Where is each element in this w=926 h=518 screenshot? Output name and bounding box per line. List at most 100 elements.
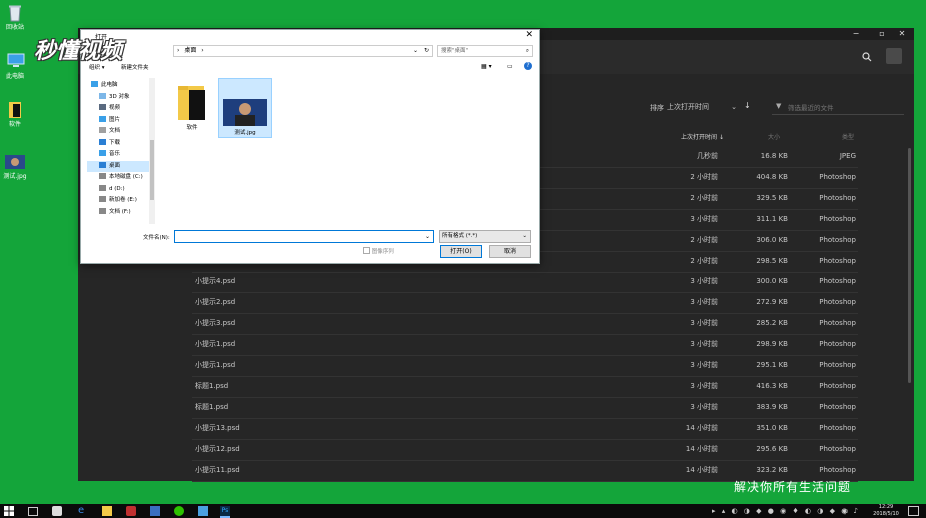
app-icon-3[interactable]: [150, 506, 160, 516]
nav-item-label: 下载: [109, 139, 121, 146]
file-item-image[interactable]: 测试.jpg: [218, 78, 272, 138]
search-icon: ⌕: [525, 48, 529, 54]
file-size: 329.5 KB: [756, 193, 788, 202]
chevron-right-icon: ›: [177, 47, 180, 54]
task-view-icon[interactable]: [28, 507, 38, 516]
checkbox-box: [363, 247, 370, 254]
desktop-icon-label: 测试.jpg: [3, 173, 27, 180]
desktop-icon-folder[interactable]: 软件: [2, 101, 28, 128]
nav-item-label: 此电脑: [101, 82, 118, 88]
refresh-icon[interactable]: ↻: [424, 46, 429, 56]
nav-item[interactable]: 文档 (F:): [87, 207, 155, 219]
file-size: 383.9 KB: [756, 402, 788, 411]
filename-label: 文件名(N):: [143, 235, 170, 241]
chevron-down-icon[interactable]: ⌄: [413, 46, 418, 56]
file-item-label: 测试.jpg: [234, 130, 256, 136]
minimize-button[interactable]: −: [848, 28, 864, 40]
image-file-icon: [5, 155, 25, 169]
nav-item[interactable]: 桌面: [87, 160, 155, 172]
nav-item-label: 文档: [109, 128, 121, 134]
file-size: 404.8 KB: [756, 172, 788, 181]
search-field[interactable]: 搜索"桌面" ⌕: [437, 45, 533, 57]
column-header-size[interactable]: 大小: [744, 132, 780, 141]
table-row[interactable]: 小提示1.psd 3 小时前 295.1 KB Photoshop: [192, 355, 858, 377]
app-icon-2[interactable]: [126, 506, 136, 516]
photoshop-taskbar-icon[interactable]: Ps: [220, 506, 230, 518]
nav-item[interactable]: 视频: [87, 103, 155, 115]
open-button[interactable]: 打开(O): [440, 245, 482, 258]
new-folder-button[interactable]: 新建文件夹: [121, 63, 149, 71]
file-type: Photoshop: [819, 423, 856, 432]
file-item-folder[interactable]: 软件: [169, 82, 215, 131]
nav-item-label: 新加卷 (E:): [109, 197, 137, 203]
column-header-time[interactable]: 上次打开时间 ↓: [658, 132, 724, 141]
filetype-value: 所有格式 (*.*): [442, 233, 478, 239]
filter-field[interactable]: ▼ 筛选最近的文件: [772, 100, 904, 115]
music-icon: [99, 150, 106, 156]
close-button[interactable]: ✕: [894, 28, 910, 40]
nav-item[interactable]: 图片: [87, 115, 155, 127]
app-icon-4[interactable]: [198, 506, 208, 516]
table-row[interactable]: 小提示4.psd 3 小时前 300.0 KB Photoshop: [192, 271, 858, 294]
maximize-button[interactable]: ▫: [874, 28, 890, 40]
preview-pane-icon[interactable]: ▭: [507, 63, 513, 70]
desktop-icon-image[interactable]: 测试.jpg: [2, 155, 28, 180]
table-row[interactable]: 标题1.psd 3 小时前 416.3 KB Photoshop: [192, 376, 858, 398]
file-explorer-icon[interactable]: [102, 506, 112, 516]
search-icon[interactable]: [862, 52, 872, 64]
nav-item[interactable]: d (D:): [87, 184, 155, 196]
edge-icon[interactable]: e: [78, 506, 88, 516]
file-name: 小提示12.psd: [195, 444, 240, 453]
file-name: 小提示11.psd: [195, 465, 240, 474]
desktop-icon-label: 此电脑: [5, 73, 24, 80]
column-header-type[interactable]: 类型: [818, 132, 854, 141]
nav-item[interactable]: 下载: [87, 138, 155, 150]
help-icon[interactable]: ?: [524, 62, 532, 70]
desktop-icon-computer[interactable]: 此电脑: [2, 53, 28, 80]
nav-item[interactable]: 音乐: [87, 149, 155, 161]
table-row[interactable]: 小提示3.psd 3 小时前 285.2 KB Photoshop: [192, 313, 858, 336]
dialog-close-icon[interactable]: ✕: [525, 30, 533, 40]
table-row[interactable]: 小提示2.psd 3 小时前 272.9 KB Photoshop: [192, 292, 858, 315]
nav-item[interactable]: 新加卷 (E:): [87, 195, 155, 207]
table-row[interactable]: 标题1.psd 3 小时前 383.9 KB Photoshop: [192, 397, 858, 419]
nav-scrollbar[interactable]: [149, 78, 155, 224]
nav-item[interactable]: 本地磁盘 (C:): [87, 172, 155, 184]
nav-item[interactable]: 文档: [87, 126, 155, 138]
tray-icons[interactable]: ▸ ▴ ◐ ◑ ◆ ● ◉ ♦ ◐ ◑ ◆ ◉ ♪: [712, 507, 860, 515]
desktop-icon-recycle-bin[interactable]: 回收站: [2, 4, 28, 31]
clock[interactable]: 12:29 2018/5/10: [868, 504, 904, 518]
ime-indicator[interactable]: 中: [842, 507, 848, 516]
file-type: Photoshop: [819, 298, 856, 307]
pictures-icon: [99, 115, 106, 122]
filename-input[interactable]: ⌄: [174, 230, 434, 243]
folder-icon: [175, 82, 209, 122]
start-icon[interactable]: [4, 506, 14, 516]
sort-dropdown[interactable]: 上次打开时间 ⌄: [667, 101, 739, 113]
table-row[interactable]: 小提示12.psd 14 小时前 295.6 KB Photoshop: [192, 439, 858, 461]
sort-direction-icon[interactable]: ↓: [744, 101, 751, 110]
file-size: 311.1 KB: [756, 214, 788, 223]
wechat-icon[interactable]: [174, 506, 184, 516]
workspace-button[interactable]: [886, 48, 902, 64]
file-name: 小提示2.psd: [195, 298, 236, 307]
image-thumbnail-icon: [223, 99, 267, 126]
image-sequence-checkbox[interactable]: 图像序列: [363, 247, 394, 255]
scrollbar[interactable]: [908, 148, 911, 383]
file-time: 3 小时前: [690, 214, 718, 223]
3d-objects-icon: [99, 92, 106, 99]
address-bar[interactable]: › 桌面 › ⌄ ↻: [173, 45, 433, 57]
notification-icon[interactable]: [908, 506, 919, 516]
cancel-button[interactable]: 取消: [489, 245, 531, 258]
table-row[interactable]: 小提示13.psd 14 小时前 351.0 KB Photoshop: [192, 418, 858, 440]
filetype-select[interactable]: 所有格式 (*.*) ⌄: [439, 230, 531, 243]
nav-item-label: 图片: [109, 116, 121, 123]
table-row[interactable]: 小提示1.psd 3 小时前 298.9 KB Photoshop: [192, 334, 858, 357]
view-options-icon[interactable]: ▦ ▾: [481, 63, 492, 70]
nav-item[interactable]: 此电脑: [87, 80, 149, 92]
file-size: 16.8 KB: [760, 152, 788, 160]
download-icon: [99, 138, 106, 145]
dialog-titlebar: 打开 ✕: [81, 30, 539, 42]
app-icon-1[interactable]: [52, 506, 62, 516]
nav-item[interactable]: 3D 对象: [87, 92, 155, 104]
